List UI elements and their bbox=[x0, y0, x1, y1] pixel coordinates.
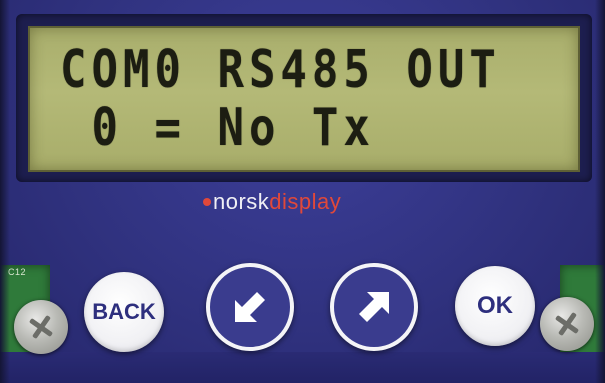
back-button[interactable]: BACK bbox=[84, 272, 164, 352]
edge-shadow-left bbox=[0, 0, 10, 383]
screw-right-icon bbox=[540, 297, 594, 351]
arrow-down-left-button[interactable] bbox=[206, 263, 294, 351]
logo-dot-icon bbox=[203, 198, 211, 206]
lcd-line-1: COM0 RS485 OUT bbox=[60, 39, 501, 100]
arrow-up-right-icon bbox=[359, 292, 389, 322]
arrow-up-right-button[interactable] bbox=[330, 263, 418, 351]
logo-text-norsk: norsk bbox=[213, 189, 270, 214]
screw-left-icon bbox=[14, 300, 68, 354]
display-panel: C12 COM0 RS485 OUT 0 = No Tx norsk displ… bbox=[0, 0, 605, 383]
logo-text-display: display bbox=[269, 189, 342, 214]
ok-button[interactable]: OK bbox=[455, 266, 535, 346]
bottom-plate bbox=[0, 352, 605, 383]
brand-logo: norsk display bbox=[203, 188, 341, 216]
lcd-line-2: 0 = No Tx bbox=[60, 97, 375, 158]
ok-button-label: OK bbox=[477, 292, 513, 319]
pcb-label: C12 bbox=[8, 267, 27, 277]
back-button-label: BACK bbox=[92, 299, 156, 324]
edge-shadow-right bbox=[595, 0, 605, 383]
lcd-screen: COM0 RS485 OUT 0 = No Tx bbox=[28, 26, 580, 172]
arrow-down-left-icon bbox=[235, 292, 265, 322]
